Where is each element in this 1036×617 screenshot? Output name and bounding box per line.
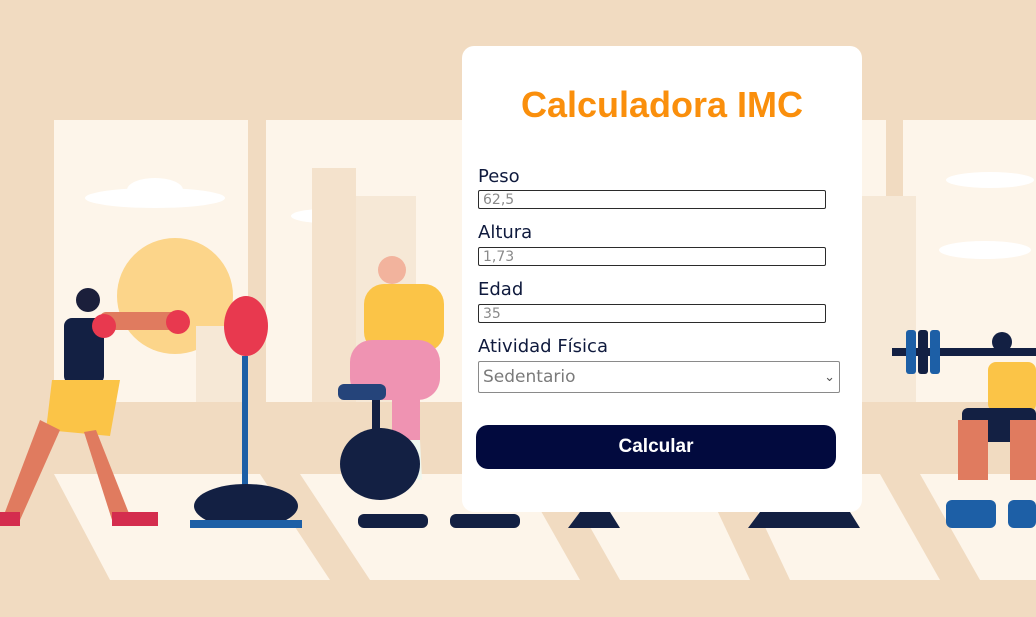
chevron-down-icon: ⌄ <box>824 369 835 385</box>
edad-label: Edad <box>478 279 524 300</box>
page-title: Calculadora IMC <box>520 84 804 125</box>
peso-label: Peso <box>478 166 520 187</box>
edad-input[interactable] <box>478 304 826 323</box>
altura-input[interactable] <box>478 247 826 266</box>
actividad-select[interactable]: Sedentario ⌄ <box>478 361 840 393</box>
peso-input[interactable] <box>478 190 826 209</box>
actividad-select-value: Sedentario <box>483 367 576 387</box>
bmi-calculator-card: Calculadora IMC Peso Altura Edad Ativida… <box>462 46 862 512</box>
actividad-label: Atividad Física <box>478 336 608 357</box>
altura-label: Altura <box>478 222 533 243</box>
calcular-button[interactable]: Calcular <box>476 425 836 469</box>
